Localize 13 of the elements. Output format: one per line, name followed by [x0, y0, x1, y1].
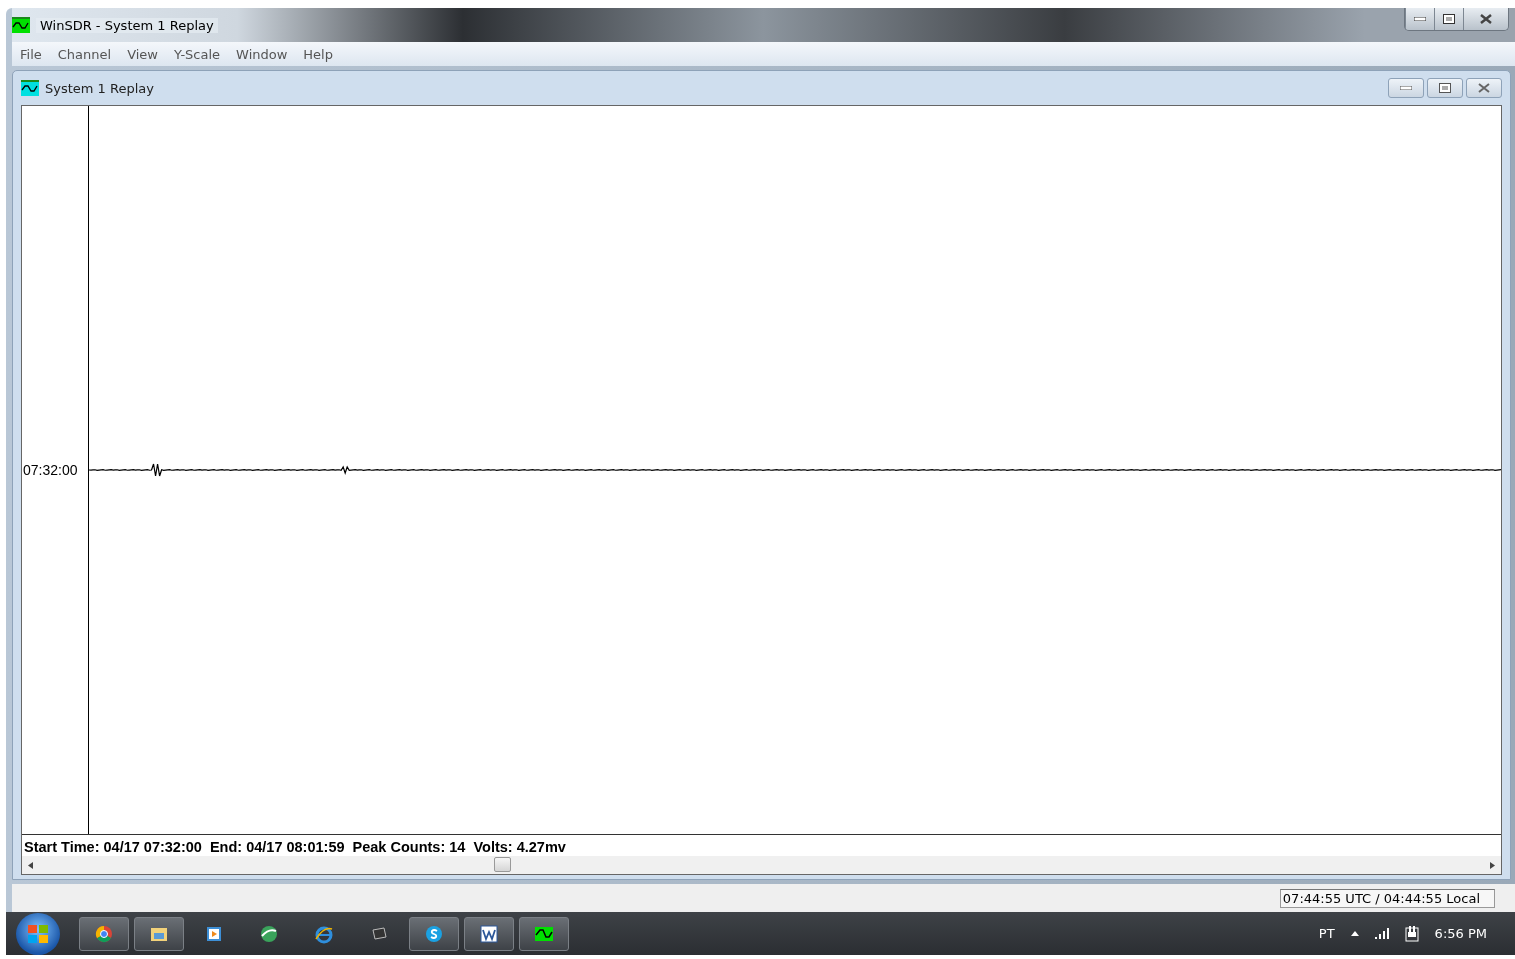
clock-readout: 07:44:55 UTC / 04:44:55 Local [1279, 888, 1495, 908]
taskbar-clock[interactable]: 6:56 PM [1434, 926, 1487, 941]
language-indicator[interactable]: PT [1318, 926, 1335, 941]
window-title: WinSDR - System 1 Replay [36, 17, 218, 33]
menu-item[interactable]: Help [295, 46, 341, 62]
menu-item[interactable]: View [119, 46, 166, 62]
menu-item[interactable]: Y-Scale [166, 46, 229, 62]
menu-item[interactable]: Channel [49, 46, 120, 62]
child-window-title: System 1 Replay [45, 80, 154, 96]
time-label: 07:32:00 [22, 462, 78, 478]
info-line: Start Time: 04/17 07:32:00 End: 04/17 08:01:59 Peak Counts: 14 Volts: 4.27mv [23, 838, 567, 856]
menu-item[interactable]: File [12, 46, 50, 62]
menu-item[interactable]: Window [228, 46, 296, 62]
